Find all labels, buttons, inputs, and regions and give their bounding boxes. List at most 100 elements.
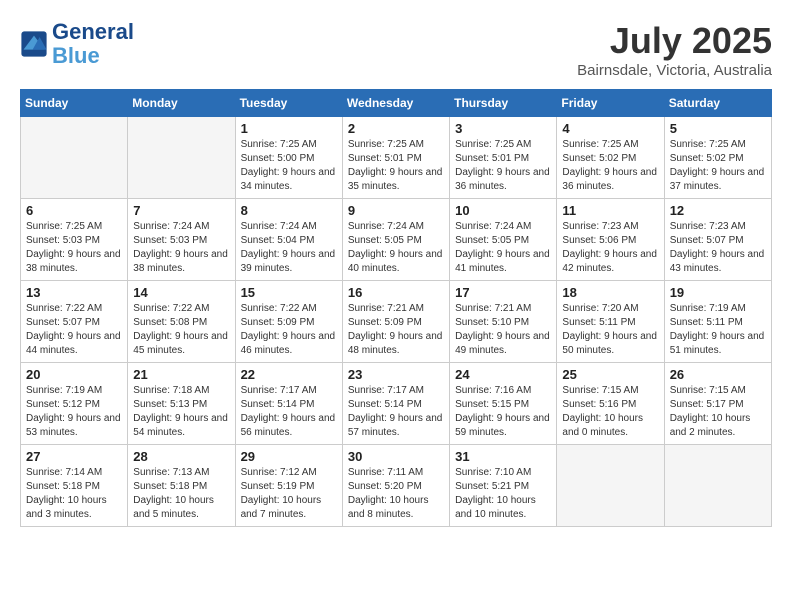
column-header-friday: Friday <box>557 90 664 117</box>
day-cell: 14 Sunrise: 7:22 AMSunset: 5:08 PMDayligh… <box>128 281 235 363</box>
day-cell: 7Sunrise: 7:24 AMSunset: 5:03 PMDaylight… <box>128 199 235 281</box>
day-cell: 11 Sunrise: 7:23 AMSunset: 5:06 PMDayligh… <box>557 199 664 281</box>
location: Bairnsdale, Victoria, Australia <box>577 62 772 79</box>
day-info: Sunrise: 7:13 AMSunset: 5:18 PMDaylight:… <box>133 466 229 522</box>
day-info: Sunrise: 7:21 AMSunset: 5:09 PMDaylight:… <box>348 302 444 358</box>
day-cell: 1Sunrise: 7:25 AMSunset: 5:00 PMDaylight… <box>235 117 342 199</box>
day-info: Sunrise: 7:25 AMSunset: 5:03 PMDaylight:… <box>26 220 122 276</box>
day-info: Sunrise: 7:17 AMSunset: 5:14 PMDaylight:… <box>348 384 444 440</box>
day-number: 12 <box>670 203 766 218</box>
day-number: 17 <box>455 285 551 300</box>
day-info: Sunrise: 7:25 AMSunset: 5:02 PMDaylight:… <box>670 138 766 194</box>
day-number: 29 <box>241 449 337 464</box>
day-info: Sunrise: 7:20 AMSunset: 5:11 PMDaylight:… <box>562 302 658 358</box>
day-cell: 9Sunrise: 7:24 AMSunset: 5:05 PMDaylight… <box>342 199 449 281</box>
day-number: 11 <box>562 203 658 218</box>
day-cell <box>664 445 771 527</box>
day-cell: 4 Sunrise: 7:25 AMSunset: 5:02 PMDaylight… <box>557 117 664 199</box>
day-number: 25 <box>562 367 658 382</box>
day-info: Sunrise: 7:22 AMSunset: 5:07 PMDaylight:… <box>26 302 122 358</box>
day-info: Sunrise: 7:23 AMSunset: 5:07 PMDaylight:… <box>670 220 766 276</box>
day-number: 21 <box>133 367 229 382</box>
day-number: 2 <box>348 121 444 136</box>
logo-line1: General <box>52 20 134 44</box>
header-row: SundayMondayTuesdayWednesdayThursdayFrid… <box>21 90 772 117</box>
day-number: 15 <box>241 285 337 300</box>
day-number: 6 <box>26 203 122 218</box>
day-cell: 18 Sunrise: 7:20 AMSunset: 5:11 PMDayligh… <box>557 281 664 363</box>
day-number: 24 <box>455 367 551 382</box>
day-cell: 20 Sunrise: 7:19 AMSunset: 5:12 PMDayligh… <box>21 363 128 445</box>
day-info: Sunrise: 7:21 AMSunset: 5:10 PMDaylight:… <box>455 302 551 358</box>
day-info: Sunrise: 7:15 AMSunset: 5:16 PMDaylight:… <box>562 384 658 440</box>
day-info: Sunrise: 7:25 AMSunset: 5:01 PMDaylight:… <box>455 138 551 194</box>
day-info: Sunrise: 7:19 AMSunset: 5:12 PMDaylight:… <box>26 384 122 440</box>
day-info: Sunrise: 7:11 AMSunset: 5:20 PMDaylight:… <box>348 466 444 522</box>
day-info: Sunrise: 7:19 AMSunset: 5:11 PMDaylight:… <box>670 302 766 358</box>
column-header-tuesday: Tuesday <box>235 90 342 117</box>
day-number: 30 <box>348 449 444 464</box>
day-cell: 15 Sunrise: 7:22 AMSunset: 5:09 PMDayligh… <box>235 281 342 363</box>
week-row-3: 13 Sunrise: 7:22 AMSunset: 5:07 PMDayligh… <box>21 281 772 363</box>
logo-line2: Blue <box>52 44 134 68</box>
day-cell: 29 Sunrise: 7:12 AMSunset: 5:19 PMDayligh… <box>235 445 342 527</box>
week-row-2: 6 Sunrise: 7:25 AMSunset: 5:03 PMDaylight… <box>21 199 772 281</box>
day-number: 1 <box>241 121 337 136</box>
month-year: July 2025 <box>577 20 772 62</box>
column-header-monday: Monday <box>128 90 235 117</box>
day-cell: 27Sunrise: 7:14 AMSunset: 5:18 PMDayligh… <box>21 445 128 527</box>
day-info: Sunrise: 7:17 AMSunset: 5:14 PMDaylight:… <box>241 384 337 440</box>
day-cell: 5Sunrise: 7:25 AMSunset: 5:02 PMDaylight… <box>664 117 771 199</box>
day-cell: 28 Sunrise: 7:13 AMSunset: 5:18 PMDayligh… <box>128 445 235 527</box>
day-number: 20 <box>26 367 122 382</box>
day-number: 16 <box>348 285 444 300</box>
logo: General Blue <box>20 20 134 68</box>
day-info: Sunrise: 7:22 AMSunset: 5:08 PMDaylight:… <box>133 302 229 358</box>
day-info: Sunrise: 7:25 AMSunset: 5:01 PMDaylight:… <box>348 138 444 194</box>
day-cell: 24 Sunrise: 7:16 AMSunset: 5:15 PMDayligh… <box>450 363 557 445</box>
day-cell: 16 Sunrise: 7:21 AMSunset: 5:09 PMDayligh… <box>342 281 449 363</box>
day-info: Sunrise: 7:18 AMSunset: 5:13 PMDaylight:… <box>133 384 229 440</box>
day-info: Sunrise: 7:16 AMSunset: 5:15 PMDaylight:… <box>455 384 551 440</box>
day-cell: 6 Sunrise: 7:25 AMSunset: 5:03 PMDaylight… <box>21 199 128 281</box>
day-cell: 2 Sunrise: 7:25 AMSunset: 5:01 PMDaylight… <box>342 117 449 199</box>
day-info: Sunrise: 7:24 AMSunset: 5:04 PMDaylight:… <box>241 220 337 276</box>
day-number: 14 <box>133 285 229 300</box>
column-header-wednesday: Wednesday <box>342 90 449 117</box>
week-row-4: 20 Sunrise: 7:19 AMSunset: 5:12 PMDayligh… <box>21 363 772 445</box>
day-info: Sunrise: 7:24 AMSunset: 5:03 PMDaylight:… <box>133 220 229 276</box>
day-info: Sunrise: 7:12 AMSunset: 5:19 PMDaylight:… <box>241 466 337 522</box>
day-number: 26 <box>670 367 766 382</box>
day-number: 4 <box>562 121 658 136</box>
day-info: Sunrise: 7:10 AMSunset: 5:21 PMDaylight:… <box>455 466 551 522</box>
calendar-table: SundayMondayTuesdayWednesdayThursdayFrid… <box>20 89 772 527</box>
title-block: July 2025 Bairnsdale, Victoria, Australi… <box>577 20 772 79</box>
day-cell: 30 Sunrise: 7:11 AMSunset: 5:20 PMDayligh… <box>342 445 449 527</box>
day-cell: 13 Sunrise: 7:22 AMSunset: 5:07 PMDayligh… <box>21 281 128 363</box>
day-info: Sunrise: 7:22 AMSunset: 5:09 PMDaylight:… <box>241 302 337 358</box>
day-cell: 21 Sunrise: 7:18 AMSunset: 5:13 PMDayligh… <box>128 363 235 445</box>
day-cell: 8Sunrise: 7:24 AMSunset: 5:04 PMDaylight… <box>235 199 342 281</box>
day-cell: 19 Sunrise: 7:19 AMSunset: 5:11 PMDayligh… <box>664 281 771 363</box>
day-number: 28 <box>133 449 229 464</box>
day-cell: 22 Sunrise: 7:17 AMSunset: 5:14 PMDayligh… <box>235 363 342 445</box>
day-info: Sunrise: 7:24 AMSunset: 5:05 PMDaylight:… <box>348 220 444 276</box>
day-info: Sunrise: 7:23 AMSunset: 5:06 PMDaylight:… <box>562 220 658 276</box>
day-cell: 17 Sunrise: 7:21 AMSunset: 5:10 PMDayligh… <box>450 281 557 363</box>
day-info: Sunrise: 7:14 AMSunset: 5:18 PMDaylight:… <box>26 466 122 522</box>
column-header-thursday: Thursday <box>450 90 557 117</box>
day-number: 13 <box>26 285 122 300</box>
column-header-sunday: Sunday <box>21 90 128 117</box>
day-number: 22 <box>241 367 337 382</box>
day-cell: 12 Sunrise: 7:23 AMSunset: 5:07 PMDayligh… <box>664 199 771 281</box>
day-number: 18 <box>562 285 658 300</box>
day-cell <box>557 445 664 527</box>
column-header-saturday: Saturday <box>664 90 771 117</box>
week-row-5: 27Sunrise: 7:14 AMSunset: 5:18 PMDayligh… <box>21 445 772 527</box>
day-number: 19 <box>670 285 766 300</box>
day-cell <box>128 117 235 199</box>
day-cell: 10Sunrise: 7:24 AMSunset: 5:05 PMDayligh… <box>450 199 557 281</box>
day-cell: 3Sunrise: 7:25 AMSunset: 5:01 PMDaylight… <box>450 117 557 199</box>
day-info: Sunrise: 7:25 AMSunset: 5:02 PMDaylight:… <box>562 138 658 194</box>
day-cell <box>21 117 128 199</box>
